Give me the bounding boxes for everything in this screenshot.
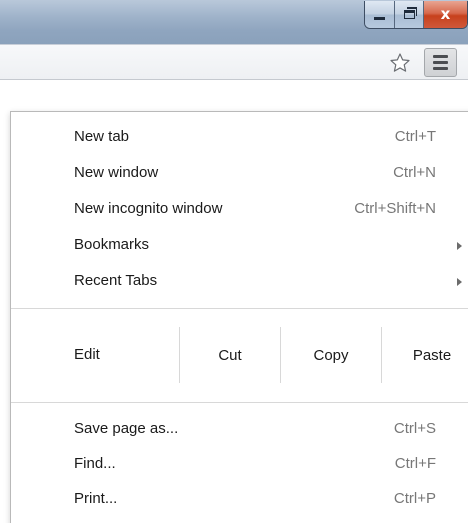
menu-item-print[interactable]: Print... Ctrl+P bbox=[11, 482, 468, 518]
chrome-menu-button[interactable] bbox=[424, 48, 457, 77]
menu-item-shortcut: Ctrl+T bbox=[394, 128, 436, 145]
minimize-button[interactable] bbox=[365, 1, 394, 28]
menu-item-label: Save page as... bbox=[74, 420, 179, 437]
menu-item-shortcut: Ctrl+S bbox=[393, 420, 436, 437]
edit-label: Edit bbox=[74, 346, 100, 363]
menu-item-label: New window bbox=[74, 164, 159, 181]
bookmark-star-button[interactable] bbox=[385, 49, 415, 77]
submenu-arrow-icon bbox=[457, 242, 462, 250]
menu-separator bbox=[11, 308, 468, 309]
menu-item-shortcut: Ctrl+Shift+N bbox=[354, 200, 436, 217]
menu-item-shortcut: Ctrl+F bbox=[394, 455, 436, 472]
close-icon: x bbox=[440, 5, 451, 23]
menu-item-label: Print... bbox=[74, 490, 118, 507]
star-icon bbox=[390, 53, 410, 72]
cut-button[interactable]: Cut bbox=[179, 327, 280, 383]
menu-item-shortcut: Ctrl+N bbox=[393, 164, 436, 181]
menu-item-label: Bookmarks bbox=[74, 236, 150, 253]
window-controls: x bbox=[364, 1, 468, 29]
menu-item-label: Recent Tabs bbox=[74, 272, 158, 289]
menu-item-new-incognito-window[interactable]: New incognito window Ctrl+Shift+N bbox=[11, 192, 468, 228]
menu-item-save-page-as[interactable]: Save page as... Ctrl+S bbox=[11, 412, 468, 448]
menu-item-find[interactable]: Find... Ctrl+F bbox=[11, 447, 468, 483]
paste-label: Paste bbox=[412, 346, 452, 364]
menu-separator bbox=[11, 402, 468, 403]
menu-item-recent-tabs[interactable]: Recent Tabs bbox=[11, 264, 468, 300]
menu-item-label: New incognito window bbox=[74, 200, 223, 217]
minimize-icon bbox=[374, 17, 385, 20]
menu-item-new-tab[interactable]: New tab Ctrl+T bbox=[11, 120, 468, 156]
hamburger-menu-icon bbox=[433, 55, 448, 58]
submenu-arrow-icon bbox=[457, 278, 462, 286]
menu-item-new-window[interactable]: New window Ctrl+N bbox=[11, 156, 468, 192]
paste-button[interactable]: Paste bbox=[381, 327, 468, 383]
cut-label: Cut bbox=[218, 346, 242, 364]
window-title-bar: x bbox=[0, 0, 468, 44]
menu-item-shortcut: Ctrl+P bbox=[393, 490, 436, 507]
browser-toolbar bbox=[0, 44, 468, 80]
menu-item-label: Find... bbox=[74, 455, 116, 472]
maximize-button[interactable] bbox=[394, 1, 423, 28]
edit-row: Edit Cut Copy Paste bbox=[11, 327, 468, 383]
maximize-icon bbox=[403, 7, 417, 19]
close-button[interactable]: x bbox=[423, 1, 467, 28]
copy-label: Copy bbox=[313, 346, 349, 364]
menu-item-label: New tab bbox=[74, 128, 130, 145]
chrome-menu: New tab Ctrl+T New window Ctrl+N New inc… bbox=[10, 111, 468, 523]
copy-button[interactable]: Copy bbox=[280, 327, 381, 383]
menu-item-bookmarks[interactable]: Bookmarks bbox=[11, 228, 468, 264]
